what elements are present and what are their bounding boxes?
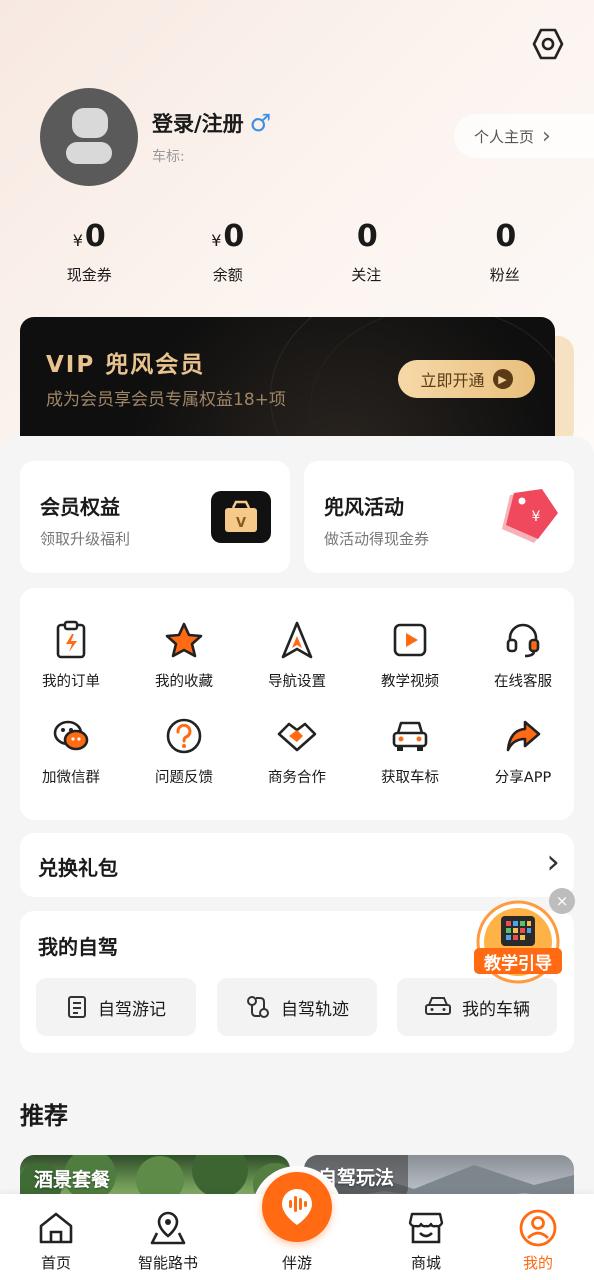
avatar[interactable] — [40, 88, 138, 186]
stats-row: ¥0 现金券 ¥0 余额 0 关注 0 粉丝 — [20, 218, 574, 285]
tool-online-service[interactable]: 在线客服 — [468, 618, 578, 691]
vip-open-button[interactable]: 立即开通 ▶ — [398, 360, 535, 398]
self-drive-track-button[interactable]: 自驾轨迹 — [217, 978, 377, 1036]
self-drive-journal-button[interactable]: 自驾游记 — [36, 978, 196, 1036]
car-badge-label: 车标: — [152, 149, 185, 165]
tool-join-wechat[interactable]: 加微信群 — [16, 714, 126, 787]
store-icon — [408, 1212, 444, 1244]
svg-text:¥: ¥ — [532, 509, 541, 525]
question-icon — [166, 718, 202, 754]
stat-cash-coupon[interactable]: ¥0 现金券 — [20, 218, 159, 285]
tab-store[interactable]: 商城 — [367, 1194, 485, 1280]
tool-get-car-badge[interactable]: 获取车标 — [355, 714, 465, 787]
track-icon — [247, 996, 269, 1018]
close-guide-button[interactable]: × — [549, 888, 575, 914]
chevron-right-icon: › — [542, 123, 551, 149]
tab-home[interactable]: 首页 — [0, 1194, 115, 1280]
handshake-icon — [277, 722, 317, 752]
map-pin-icon — [150, 1211, 186, 1245]
vip-banner[interactable]: VIP 兜风会员 成为会员享会员专属权益18+项 立即开通 ▶ — [20, 317, 555, 442]
login-register-link[interactable]: 登录/注册 ♂ — [152, 108, 271, 138]
journal-icon — [68, 996, 86, 1018]
wechat-icon — [53, 720, 89, 751]
tutorial-guide-label: 教学引导 — [484, 954, 552, 974]
stat-following[interactable]: 0 关注 — [297, 218, 436, 285]
video-icon — [393, 623, 427, 657]
hexagon-settings-icon — [532, 28, 564, 60]
tools-grid: 我的订单 我的收藏 导航设置 教学视频 在线客服 加微信群 问题反馈 商务合作 … — [20, 588, 574, 820]
home-icon — [39, 1212, 73, 1244]
tool-my-orders[interactable]: 我的订单 — [16, 618, 126, 691]
drive-activity-card[interactable]: 兜风活动 做活动得现金券 ¥ — [304, 461, 574, 573]
tool-tutorial-videos[interactable]: 教学视频 — [355, 618, 465, 691]
tool-share-app[interactable]: 分享APP — [468, 714, 578, 787]
navigation-icon — [281, 621, 313, 659]
vip-title: VIP 兜风会员 — [46, 352, 206, 378]
stat-balance[interactable]: ¥0 余额 — [159, 218, 298, 285]
tool-my-favorites[interactable]: 我的收藏 — [129, 618, 239, 691]
share-icon — [506, 720, 541, 752]
member-benefits-card[interactable]: 会员权益 领取升级福利 V — [20, 461, 290, 573]
stat-fans[interactable]: 0 粉丝 — [436, 218, 575, 285]
headset-icon — [506, 623, 540, 658]
vehicle-icon — [425, 997, 451, 1015]
coupon-tag-icon: ¥ — [502, 489, 558, 543]
tab-smart-roadbook[interactable]: 智能路书 — [109, 1194, 227, 1280]
chevron-right-icon: › — [546, 842, 560, 882]
homepage-label: 个人主页 — [474, 127, 535, 146]
user-icon — [519, 1209, 557, 1247]
recommend-title: 推荐 — [20, 1102, 68, 1130]
car-icon — [392, 721, 428, 751]
arrow-right-icon: ▶ — [492, 369, 513, 389]
tool-business-cooperation[interactable]: 商务合作 — [242, 714, 352, 787]
member-bag-icon: V — [211, 491, 271, 543]
tool-navigation-settings[interactable]: 导航设置 — [242, 618, 352, 691]
order-icon — [56, 620, 86, 659]
star-icon — [165, 622, 203, 658]
male-gender-icon: ♂ — [249, 109, 272, 137]
tutorial-guide-float-button[interactable]: 教学引导 — [472, 900, 564, 984]
tool-feedback[interactable]: 问题反馈 — [129, 714, 239, 787]
companion-voice-button[interactable] — [262, 1172, 332, 1242]
my-vehicle-button[interactable]: 我的车辆 — [397, 978, 557, 1036]
tab-mine[interactable]: 我的 — [479, 1194, 594, 1280]
exchange-gift-pack[interactable]: 兑换礼包 › — [20, 833, 574, 897]
vip-subtitle: 成为会员享会员专属权益18+项 — [46, 390, 286, 410]
voice-pin-icon — [282, 1189, 312, 1225]
login-label: 登录/注册 — [152, 112, 244, 136]
svg-text:V: V — [236, 516, 246, 531]
settings-button[interactable] — [530, 26, 566, 62]
personal-homepage-button[interactable]: 个人主页 › — [454, 114, 594, 158]
